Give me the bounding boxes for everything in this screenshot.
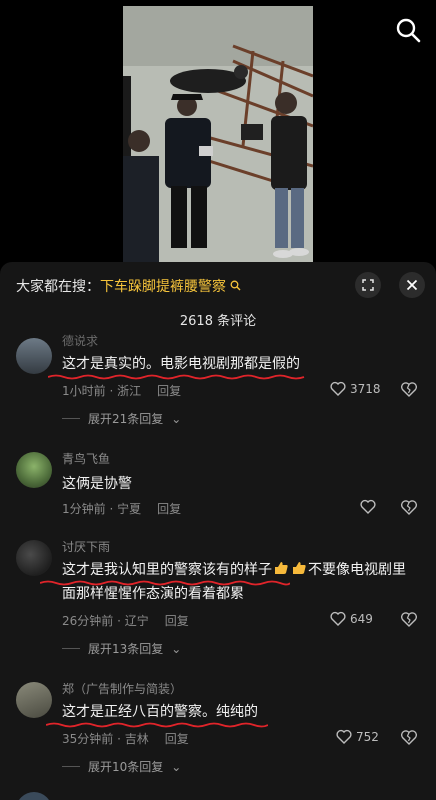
comment-text-part1: 这才是我认知里的警察该有的样子 xyxy=(62,562,272,578)
reply-button[interactable]: 回复 xyxy=(157,384,181,398)
comment-meta: 35分钟前 · 吉林 回复 xyxy=(62,730,189,747)
search-icon[interactable] xyxy=(394,16,422,44)
reply-button[interactable]: 回复 xyxy=(157,502,181,516)
comment-text: 这才是真实的。电影电视剧那都是假的 xyxy=(62,356,300,372)
reply-button[interactable]: 回复 xyxy=(165,614,189,628)
avatar[interactable] xyxy=(16,338,52,374)
heart-icon xyxy=(336,729,352,744)
time-location: 26分钟前 · 辽宁 xyxy=(62,614,149,628)
avatar[interactable] xyxy=(16,792,52,800)
avatar[interactable] xyxy=(16,682,52,718)
heart-icon xyxy=(330,611,346,626)
like-count: 752 xyxy=(356,729,379,744)
broken-heart-icon[interactable] xyxy=(400,499,418,519)
close-icon[interactable] xyxy=(399,272,425,298)
like-button[interactable]: 752 xyxy=(336,729,379,744)
time-location: 35分钟前 · 吉林 xyxy=(62,732,149,746)
thumbs-up-emoji-icon xyxy=(275,562,288,574)
comment-meta: 1分钟前 · 宁夏 回复 xyxy=(62,500,181,517)
comment-meta: 26分钟前 · 辽宁 回复 xyxy=(62,612,189,629)
like-count: 3718 xyxy=(350,381,381,396)
search-suggestion[interactable]: 大家都在搜：下车跺脚提裤腰警察 xyxy=(16,276,241,296)
like-count: 649 xyxy=(350,611,373,626)
heart-icon xyxy=(330,381,346,396)
expand-label: 展开21条回复 xyxy=(88,412,164,426)
time-location: 1小时前 · 浙江 xyxy=(62,384,142,398)
comment-text: 这俩是协警 xyxy=(62,476,132,492)
video-player[interactable] xyxy=(0,0,436,262)
collapse-icon[interactable] xyxy=(355,272,381,298)
expand-label: 展开10条回复 xyxy=(88,760,164,774)
red-underline xyxy=(40,580,290,586)
comment-username[interactable]: 郑（广告制作与简装） xyxy=(62,680,182,697)
expand-replies[interactable]: 展开13条回复 ⌄ xyxy=(62,640,181,657)
expand-replies[interactable]: 展开10条回复 ⌄ xyxy=(62,758,181,775)
comment-text: 这才是正经八百的警察。纯纯的 xyxy=(62,704,258,720)
suggest-keyword[interactable]: 下车跺脚提裤腰警察 xyxy=(100,279,226,295)
reply-button[interactable]: 回复 xyxy=(165,732,189,746)
expand-replies[interactable]: 展开21条回复 ⌄ xyxy=(62,410,181,427)
comment-username[interactable]: 青鸟飞鱼 xyxy=(62,450,110,467)
red-underline xyxy=(48,374,305,380)
comment-username[interactable]: 德说求 xyxy=(62,332,98,349)
thumbs-up-emoji-icon xyxy=(293,562,306,574)
video-frame xyxy=(123,6,313,262)
like-button[interactable]: 649 xyxy=(330,611,373,626)
red-underline xyxy=(46,722,268,728)
like-button[interactable] xyxy=(360,499,376,514)
comments-panel: 大家都在搜：下车跺脚提裤腰警察 2618 条评论 德说求 这才是真实的。电影电视… xyxy=(0,262,436,800)
comment-meta: 1小时前 · 浙江 回复 xyxy=(62,382,181,399)
avatar[interactable] xyxy=(16,452,52,488)
like-button[interactable]: 3718 xyxy=(330,381,381,396)
expand-label: 展开13条回复 xyxy=(88,642,164,656)
avatar[interactable] xyxy=(16,540,52,576)
broken-heart-icon[interactable] xyxy=(400,729,418,749)
comment-count: 2618 条评论 xyxy=(179,314,257,329)
suggest-prefix: 大家都在搜： xyxy=(16,279,100,295)
time-location: 1分钟前 · 宁夏 xyxy=(62,502,142,516)
broken-heart-icon[interactable] xyxy=(400,611,418,631)
broken-heart-icon[interactable] xyxy=(400,381,418,401)
comment-username[interactable]: 讨厌下雨 xyxy=(62,538,110,555)
magnifier-icon xyxy=(226,280,241,294)
heart-icon xyxy=(360,499,376,514)
